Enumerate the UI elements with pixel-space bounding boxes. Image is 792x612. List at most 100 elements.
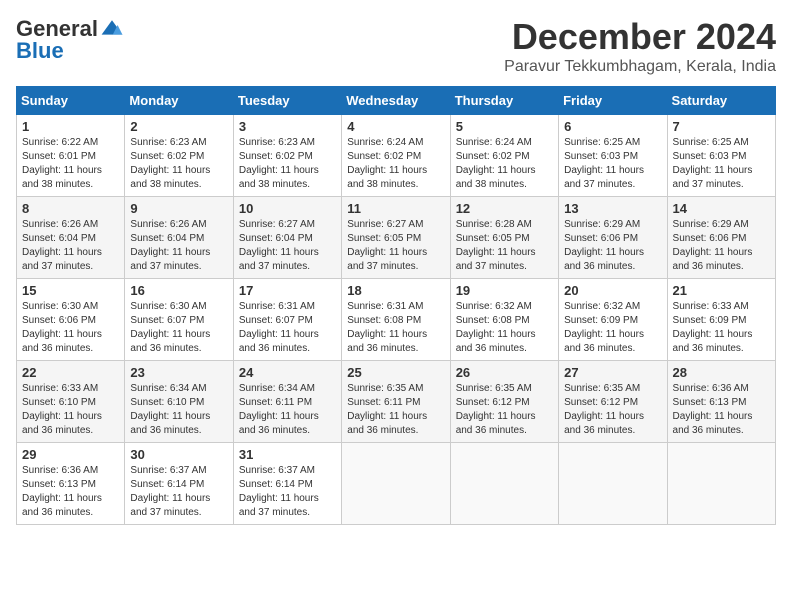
day-cell: 18 Sunrise: 6:31 AM Sunset: 6:08 PM Dayl… xyxy=(342,279,450,361)
day-info: Sunrise: 6:30 AM Sunset: 6:06 PM Dayligh… xyxy=(22,300,119,356)
day-info: Sunrise: 6:26 AM Sunset: 6:04 PM Dayligh… xyxy=(22,218,119,274)
day-cell: 5 Sunrise: 6:24 AM Sunset: 6:02 PM Dayli… xyxy=(450,115,558,197)
day-number: 30 xyxy=(130,447,227,462)
week-row-2: 8 Sunrise: 6:26 AM Sunset: 6:04 PM Dayli… xyxy=(17,197,776,279)
day-cell: 11 Sunrise: 6:27 AM Sunset: 6:05 PM Dayl… xyxy=(342,197,450,279)
day-number: 7 xyxy=(673,119,770,134)
day-info: Sunrise: 6:34 AM Sunset: 6:11 PM Dayligh… xyxy=(239,382,336,438)
day-cell: 22 Sunrise: 6:33 AM Sunset: 6:10 PM Dayl… xyxy=(17,361,125,443)
day-cell: 9 Sunrise: 6:26 AM Sunset: 6:04 PM Dayli… xyxy=(125,197,233,279)
day-number: 20 xyxy=(564,283,661,298)
day-info: Sunrise: 6:35 AM Sunset: 6:12 PM Dayligh… xyxy=(456,382,553,438)
header-friday: Friday xyxy=(559,87,667,115)
day-cell xyxy=(667,443,775,525)
header-monday: Monday xyxy=(125,87,233,115)
day-number: 28 xyxy=(673,365,770,380)
day-cell: 21 Sunrise: 6:33 AM Sunset: 6:09 PM Dayl… xyxy=(667,279,775,361)
day-number: 6 xyxy=(564,119,661,134)
day-number: 22 xyxy=(22,365,119,380)
day-number: 12 xyxy=(456,201,553,216)
header-tuesday: Tuesday xyxy=(233,87,341,115)
day-info: Sunrise: 6:22 AM Sunset: 6:01 PM Dayligh… xyxy=(22,136,119,192)
day-cell: 12 Sunrise: 6:28 AM Sunset: 6:05 PM Dayl… xyxy=(450,197,558,279)
day-number: 3 xyxy=(239,119,336,134)
day-cell: 28 Sunrise: 6:36 AM Sunset: 6:13 PM Dayl… xyxy=(667,361,775,443)
day-info: Sunrise: 6:33 AM Sunset: 6:09 PM Dayligh… xyxy=(673,300,770,356)
day-number: 17 xyxy=(239,283,336,298)
day-info: Sunrise: 6:28 AM Sunset: 6:05 PM Dayligh… xyxy=(456,218,553,274)
day-cell: 27 Sunrise: 6:35 AM Sunset: 6:12 PM Dayl… xyxy=(559,361,667,443)
day-info: Sunrise: 6:27 AM Sunset: 6:04 PM Dayligh… xyxy=(239,218,336,274)
day-number: 1 xyxy=(22,119,119,134)
day-cell: 1 Sunrise: 6:22 AM Sunset: 6:01 PM Dayli… xyxy=(17,115,125,197)
day-number: 19 xyxy=(456,283,553,298)
day-info: Sunrise: 6:35 AM Sunset: 6:12 PM Dayligh… xyxy=(564,382,661,438)
day-info: Sunrise: 6:37 AM Sunset: 6:14 PM Dayligh… xyxy=(130,464,227,520)
week-row-5: 29 Sunrise: 6:36 AM Sunset: 6:13 PM Dayl… xyxy=(17,443,776,525)
day-cell: 30 Sunrise: 6:37 AM Sunset: 6:14 PM Dayl… xyxy=(125,443,233,525)
day-info: Sunrise: 6:33 AM Sunset: 6:10 PM Dayligh… xyxy=(22,382,119,438)
day-number: 25 xyxy=(347,365,444,380)
day-cell: 20 Sunrise: 6:32 AM Sunset: 6:09 PM Dayl… xyxy=(559,279,667,361)
header-thursday: Thursday xyxy=(450,87,558,115)
day-cell: 29 Sunrise: 6:36 AM Sunset: 6:13 PM Dayl… xyxy=(17,443,125,525)
day-cell: 24 Sunrise: 6:34 AM Sunset: 6:11 PM Dayl… xyxy=(233,361,341,443)
header-row: SundayMondayTuesdayWednesdayThursdayFrid… xyxy=(17,87,776,115)
day-number: 9 xyxy=(130,201,227,216)
day-info: Sunrise: 6:27 AM Sunset: 6:05 PM Dayligh… xyxy=(347,218,444,274)
day-info: Sunrise: 6:34 AM Sunset: 6:10 PM Dayligh… xyxy=(130,382,227,438)
day-info: Sunrise: 6:29 AM Sunset: 6:06 PM Dayligh… xyxy=(564,218,661,274)
day-info: Sunrise: 6:37 AM Sunset: 6:14 PM Dayligh… xyxy=(239,464,336,520)
header-wednesday: Wednesday xyxy=(342,87,450,115)
day-number: 11 xyxy=(347,201,444,216)
day-cell: 23 Sunrise: 6:34 AM Sunset: 6:10 PM Dayl… xyxy=(125,361,233,443)
day-cell xyxy=(450,443,558,525)
day-number: 13 xyxy=(564,201,661,216)
day-number: 26 xyxy=(456,365,553,380)
month-title: December 2024 xyxy=(504,16,776,58)
page-header: General Blue December 2024 Paravur Tekku… xyxy=(16,16,776,76)
day-info: Sunrise: 6:24 AM Sunset: 6:02 PM Dayligh… xyxy=(456,136,553,192)
day-cell: 6 Sunrise: 6:25 AM Sunset: 6:03 PM Dayli… xyxy=(559,115,667,197)
day-number: 27 xyxy=(564,365,661,380)
day-number: 31 xyxy=(239,447,336,462)
day-cell: 16 Sunrise: 6:30 AM Sunset: 6:07 PM Dayl… xyxy=(125,279,233,361)
day-number: 23 xyxy=(130,365,227,380)
day-cell xyxy=(559,443,667,525)
day-cell: 14 Sunrise: 6:29 AM Sunset: 6:06 PM Dayl… xyxy=(667,197,775,279)
day-info: Sunrise: 6:26 AM Sunset: 6:04 PM Dayligh… xyxy=(130,218,227,274)
day-cell: 8 Sunrise: 6:26 AM Sunset: 6:04 PM Dayli… xyxy=(17,197,125,279)
week-row-1: 1 Sunrise: 6:22 AM Sunset: 6:01 PM Dayli… xyxy=(17,115,776,197)
day-info: Sunrise: 6:29 AM Sunset: 6:06 PM Dayligh… xyxy=(673,218,770,274)
day-cell xyxy=(342,443,450,525)
day-cell: 13 Sunrise: 6:29 AM Sunset: 6:06 PM Dayl… xyxy=(559,197,667,279)
day-info: Sunrise: 6:25 AM Sunset: 6:03 PM Dayligh… xyxy=(564,136,661,192)
day-cell: 19 Sunrise: 6:32 AM Sunset: 6:08 PM Dayl… xyxy=(450,279,558,361)
day-number: 5 xyxy=(456,119,553,134)
day-info: Sunrise: 6:30 AM Sunset: 6:07 PM Dayligh… xyxy=(130,300,227,356)
day-info: Sunrise: 6:36 AM Sunset: 6:13 PM Dayligh… xyxy=(673,382,770,438)
day-number: 21 xyxy=(673,283,770,298)
day-cell: 2 Sunrise: 6:23 AM Sunset: 6:02 PM Dayli… xyxy=(125,115,233,197)
header-saturday: Saturday xyxy=(667,87,775,115)
logo: General Blue xyxy=(16,16,124,64)
day-info: Sunrise: 6:36 AM Sunset: 6:13 PM Dayligh… xyxy=(22,464,119,520)
day-info: Sunrise: 6:23 AM Sunset: 6:02 PM Dayligh… xyxy=(130,136,227,192)
day-number: 14 xyxy=(673,201,770,216)
week-row-3: 15 Sunrise: 6:30 AM Sunset: 6:06 PM Dayl… xyxy=(17,279,776,361)
day-info: Sunrise: 6:24 AM Sunset: 6:02 PM Dayligh… xyxy=(347,136,444,192)
day-number: 8 xyxy=(22,201,119,216)
day-info: Sunrise: 6:35 AM Sunset: 6:11 PM Dayligh… xyxy=(347,382,444,438)
day-cell: 31 Sunrise: 6:37 AM Sunset: 6:14 PM Dayl… xyxy=(233,443,341,525)
day-cell: 15 Sunrise: 6:30 AM Sunset: 6:06 PM Dayl… xyxy=(17,279,125,361)
day-number: 29 xyxy=(22,447,119,462)
day-cell: 7 Sunrise: 6:25 AM Sunset: 6:03 PM Dayli… xyxy=(667,115,775,197)
week-row-4: 22 Sunrise: 6:33 AM Sunset: 6:10 PM Dayl… xyxy=(17,361,776,443)
day-cell: 17 Sunrise: 6:31 AM Sunset: 6:07 PM Dayl… xyxy=(233,279,341,361)
day-cell: 25 Sunrise: 6:35 AM Sunset: 6:11 PM Dayl… xyxy=(342,361,450,443)
header-sunday: Sunday xyxy=(17,87,125,115)
day-cell: 3 Sunrise: 6:23 AM Sunset: 6:02 PM Dayli… xyxy=(233,115,341,197)
day-cell: 10 Sunrise: 6:27 AM Sunset: 6:04 PM Dayl… xyxy=(233,197,341,279)
day-number: 2 xyxy=(130,119,227,134)
day-number: 18 xyxy=(347,283,444,298)
